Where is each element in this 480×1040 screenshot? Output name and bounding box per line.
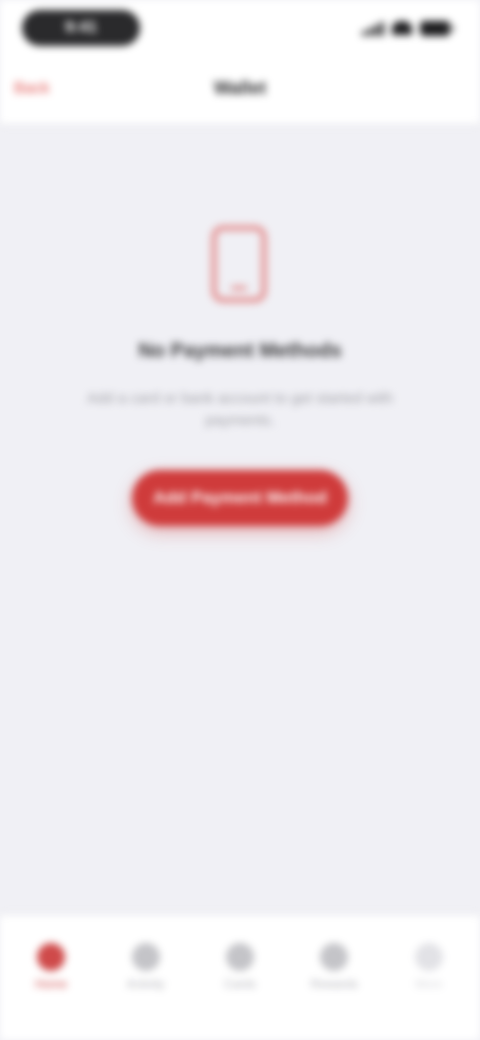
status-time: 9:41 <box>64 19 98 36</box>
status-bar: 9:41 <box>0 0 480 60</box>
tab-label: Activity <box>126 977 165 991</box>
status-time-pill: 9:41 <box>22 10 140 46</box>
tab-rewards[interactable]: Rewards <box>290 915 378 1040</box>
activity-icon <box>131 943 160 971</box>
signal-icon <box>362 20 384 36</box>
rewards-icon <box>320 943 349 971</box>
page-title: Wallet <box>213 78 267 98</box>
battery-icon <box>420 20 454 36</box>
tab-label: Home <box>35 977 68 991</box>
tab-activity[interactable]: Activity <box>102 915 190 1040</box>
home-icon <box>37 943 66 971</box>
empty-state-subtitle: Add a card or bank account to get starte… <box>86 390 393 429</box>
cards-icon <box>225 943 254 971</box>
phone-icon <box>211 225 267 303</box>
tab-cards[interactable]: Cards <box>196 915 284 1040</box>
app-screen: 9:41 Back Wallet No Payment Methods Add … <box>0 0 480 1040</box>
empty-state-title: No Payment Methods <box>138 340 342 362</box>
wifi-icon <box>392 21 412 35</box>
tab-label: Rewards <box>310 977 359 991</box>
tab-more[interactable]: More <box>385 915 473 1040</box>
tab-home[interactable]: Home <box>7 915 95 1040</box>
navigation-bar: Back Wallet <box>0 60 480 125</box>
add-payment-method-button[interactable]: Add Payment Method <box>132 470 348 526</box>
tab-label: More <box>415 977 443 991</box>
tab-bar: Home Activity Cards Rewards More <box>0 914 480 1040</box>
tab-label: Cards <box>223 977 256 991</box>
status-icons <box>362 18 454 38</box>
more-icon <box>414 943 443 971</box>
